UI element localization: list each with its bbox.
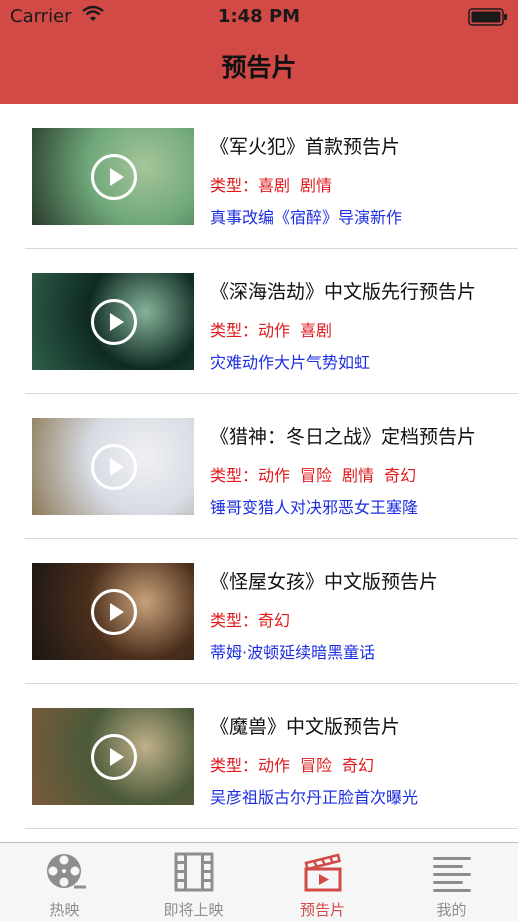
trailer-title: 《怪屋女孩》中文版预告片: [210, 571, 439, 593]
clapperboard-icon: [304, 853, 342, 892]
status-bar: Carrier 1:48 PM: [0, 0, 518, 34]
trailer-description: 吴彦祖版古尔丹正脸首次曝光: [210, 788, 419, 807]
battery-icon: [468, 8, 507, 26]
trailer-genres: 类型：动作 冒险 剧情 奇幻: [210, 462, 426, 486]
play-icon[interactable]: [91, 444, 137, 490]
trailer-thumbnail[interactable]: [32, 128, 194, 225]
trailer-genres: 类型：喜剧 剧情: [210, 172, 342, 196]
trailer-item[interactable]: 《军火犯》首款预告片 类型：喜剧 剧情 真事改编《宿醉》导演新作: [0, 104, 518, 249]
play-icon[interactable]: [91, 589, 137, 635]
trailer-item[interactable]: 《怪屋女孩》中文版预告片 类型：奇幻 蒂姆·波顿延续暗黑童话: [0, 539, 518, 684]
trailer-item[interactable]: 《魔兽》中文版预告片 类型：动作 冒险 奇幻 吴彦祖版古尔丹正脸首次曝光: [0, 684, 518, 829]
trailer-genres: 类型：奇幻: [210, 607, 300, 631]
tab-bar: 热映 即将上映 预告片 我的: [0, 842, 518, 921]
trailer-title: 《深海浩劫》中文版先行预告片: [210, 281, 477, 303]
genre-label: 类型：: [210, 611, 259, 630]
status-time: 1:48 PM: [217, 6, 301, 27]
genre-tag: 动作: [258, 756, 291, 775]
trailer-item[interactable]: 《猎神：冬日之战》定档预告片 类型：动作 冒险 剧情 奇幻 锤哥变猎人对决邪恶女王塞隆: [0, 394, 518, 539]
trailer-description: 蒂姆·波顿延续暗黑童话: [210, 643, 376, 662]
film-strip-icon: [174, 852, 214, 892]
genre-tag: 喜剧: [300, 321, 333, 340]
trailer-description: 灾难动作大片气势如虹: [210, 353, 371, 372]
genre-label: 类型：: [210, 756, 259, 775]
genre-tag: 冒险: [300, 466, 333, 485]
genre-tag: 动作: [258, 321, 291, 340]
menu-lines-icon: [433, 857, 471, 892]
tab-trailers[interactable]: 预告片: [258, 843, 387, 921]
trailer-item[interactable]: 《深海浩劫》中文版先行预告片 类型：动作 喜剧 灾难动作大片气势如虹: [0, 249, 518, 394]
genre-tag: 冒险: [300, 756, 333, 775]
trailer-description: 锤哥变猎人对决邪恶女王塞隆: [210, 498, 419, 517]
tab-label: 热映: [49, 901, 80, 919]
play-icon[interactable]: [91, 734, 137, 780]
trailer-thumbnail[interactable]: [32, 273, 194, 370]
genre-tag: 奇幻: [258, 611, 291, 630]
trailer-thumbnail[interactable]: [32, 418, 194, 515]
tab-label: 预告片: [299, 901, 345, 919]
trailer-genres: 类型：动作 冒险 奇幻: [210, 752, 384, 776]
tab-coming-soon[interactable]: 即将上映: [129, 843, 258, 921]
trailer-thumbnail[interactable]: [32, 708, 194, 805]
film-reel-icon: [47, 854, 86, 889]
tab-now-showing[interactable]: 热映: [0, 843, 129, 921]
genre-tag: 剧情: [342, 466, 375, 485]
play-icon[interactable]: [91, 299, 137, 345]
trailer-list: 《军火犯》首款预告片 类型：喜剧 剧情 真事改编《宿醉》导演新作 《深海浩劫》中文…: [0, 104, 518, 829]
tab-mine[interactable]: 我的: [387, 843, 516, 921]
tab-label: 我的: [436, 901, 467, 919]
genre-tag: 奇幻: [342, 756, 375, 775]
nav-header: Carrier 1:48 PM 预告片: [0, 0, 518, 104]
genre-tag: 奇幻: [384, 466, 417, 485]
genre-tag: 动作: [258, 466, 291, 485]
play-icon[interactable]: [91, 154, 137, 200]
trailer-title: 《猎神：冬日之战》定档预告片: [210, 426, 477, 448]
page-title: 预告片: [221, 53, 297, 82]
trailer-description: 真事改编《宿醉》导演新作: [210, 208, 403, 227]
trailer-title: 《军火犯》首款预告片: [210, 136, 401, 158]
genre-label: 类型：: [210, 176, 259, 195]
tab-label: 即将上映: [163, 901, 224, 919]
trailer-genres: 类型：动作 喜剧: [210, 317, 342, 341]
trailer-thumbnail[interactable]: [32, 563, 194, 660]
genre-tag: 喜剧: [258, 176, 291, 195]
genre-label: 类型：: [210, 466, 259, 485]
genre-label: 类型：: [210, 321, 259, 340]
genre-tag: 剧情: [300, 176, 333, 195]
trailer-title: 《魔兽》中文版预告片: [210, 716, 401, 738]
